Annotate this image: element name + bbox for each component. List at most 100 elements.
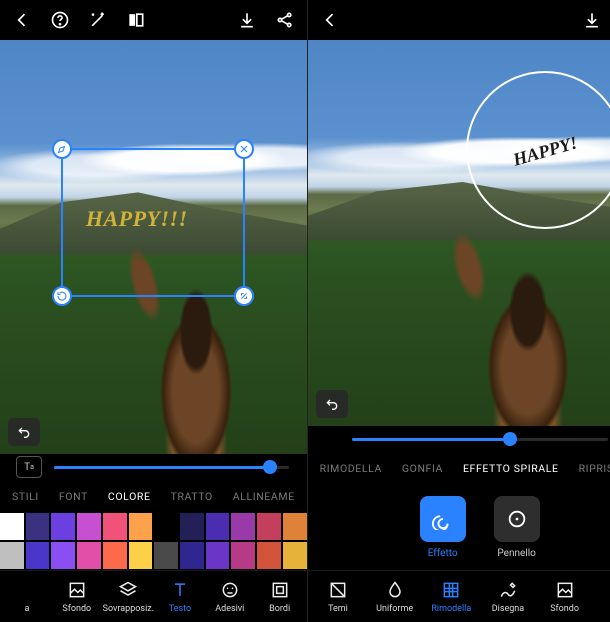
text-style-toggle[interactable]: Ta — [16, 456, 42, 478]
close-handle-icon[interactable] — [234, 139, 254, 159]
nav-label: Sfondo — [550, 604, 579, 614]
color-swatch[interactable] — [257, 542, 281, 569]
nav-label: Adesivi — [215, 604, 244, 614]
color-swatch[interactable] — [103, 513, 127, 540]
color-swatch[interactable] — [129, 542, 153, 569]
download-button[interactable] — [576, 4, 608, 36]
editor-pane-left: HAPPY!!! Ta STILI FONT COLORE TRATTO ALLINEA… — [0, 0, 308, 622]
spiral-effect-icon — [420, 496, 466, 542]
photo-dog — [466, 256, 590, 426]
nav-partial[interactable]: Sov — [597, 579, 610, 614]
color-swatch[interactable] — [154, 513, 178, 540]
color-swatch[interactable] — [26, 513, 50, 540]
undo-button[interactable] — [8, 418, 40, 446]
brush-target-icon — [494, 496, 540, 542]
nav-sfondo[interactable]: Sfondo — [541, 579, 589, 614]
opacity-slider-row: Ta — [0, 454, 307, 480]
color-swatches — [0, 512, 307, 570]
subtab-rimodella[interactable]: RIMODELLA — [320, 462, 382, 475]
color-swatch[interactable] — [51, 513, 75, 540]
color-swatch[interactable] — [206, 542, 230, 569]
opacity-slider[interactable] — [54, 466, 289, 469]
color-swatch[interactable] — [51, 542, 75, 569]
back-button[interactable] — [314, 4, 346, 36]
color-swatch[interactable] — [77, 542, 101, 569]
color-swatch[interactable] — [283, 542, 307, 569]
fx-label: Pennello — [497, 548, 535, 559]
nav-rimodella[interactable]: Rimodella — [427, 579, 475, 614]
color-swatch[interactable] — [180, 513, 204, 540]
subtab-ripristina[interactable]: RIPRISTINA — [579, 462, 610, 475]
color-swatch[interactable] — [129, 513, 153, 540]
bottom-nav: a Sfondo Sovrapposiz. Testo Adesivi Bordi — [0, 570, 307, 622]
canvas[interactable]: HAPPY! — [308, 40, 610, 426]
text-icon — [169, 579, 191, 601]
color-swatch[interactable] — [0, 542, 24, 569]
draw-icon — [497, 579, 519, 601]
fx-pennello[interactable]: Pennello — [494, 496, 540, 559]
color-swatch[interactable] — [103, 542, 127, 569]
droplet-icon — [384, 579, 406, 601]
color-swatch[interactable] — [180, 542, 204, 569]
nav-partial[interactable]: a — [3, 579, 51, 614]
compare-button[interactable] — [120, 4, 152, 36]
nav-sovrapposiz.[interactable]: Sovrapposiz. — [103, 579, 154, 614]
nav-label: Uniforme — [376, 604, 413, 614]
nav-label: Disegna — [492, 604, 524, 614]
nav-label: Rimodella — [431, 604, 471, 614]
nav-label: Testo — [169, 604, 191, 614]
background-icon — [66, 579, 88, 601]
selection-box[interactable] — [61, 148, 245, 297]
color-swatch[interactable] — [231, 542, 255, 569]
color-swatch[interactable] — [206, 513, 230, 540]
download-button[interactable] — [231, 4, 263, 36]
nav-bordi[interactable]: Bordi — [256, 579, 304, 614]
color-swatch[interactable] — [0, 513, 24, 540]
nav-adesivi[interactable]: Adesivi — [206, 579, 254, 614]
nav-label: Temi — [328, 604, 348, 614]
layers-icon — [117, 579, 139, 601]
resize-handle-icon[interactable] — [234, 286, 254, 306]
color-swatch[interactable] — [283, 513, 307, 540]
back-button[interactable] — [6, 4, 38, 36]
color-swatch[interactable] — [154, 542, 178, 569]
color-swatch[interactable] — [231, 513, 255, 540]
color-swatch[interactable] — [77, 513, 101, 540]
reshape-subtabs: RIMODELLA GONFIA EFFETTO SPIRALE RIPRISTINA — [308, 452, 610, 484]
effect-slider[interactable] — [352, 438, 608, 441]
nav-label: Bordi — [269, 604, 290, 614]
background-icon — [554, 579, 576, 601]
share-button[interactable] — [269, 4, 301, 36]
rotate-handle-icon[interactable] — [52, 286, 72, 306]
border-icon — [269, 579, 291, 601]
subtab-colore[interactable]: COLORE — [108, 490, 151, 503]
nav-disegna[interactable]: Disegna — [484, 579, 532, 614]
nav-temi[interactable]: Temi — [314, 579, 362, 614]
nav-label: Sovrapposiz. — [103, 604, 154, 614]
top-bar — [308, 0, 610, 40]
edit-handle-icon[interactable] — [52, 139, 72, 159]
canvas[interactable]: HAPPY!!! — [0, 40, 307, 454]
magic-wand-button[interactable] — [82, 4, 114, 36]
color-swatch[interactable] — [26, 542, 50, 569]
subtab-tratto[interactable]: TRATTO — [171, 490, 213, 503]
subtab-font[interactable]: FONT — [59, 490, 88, 503]
fx-effetto[interactable]: Effetto — [420, 496, 466, 559]
color-swatch[interactable] — [257, 513, 281, 540]
subtab-stili[interactable]: STILI — [12, 490, 39, 503]
grid-warp-icon — [440, 579, 462, 601]
effect-mode-row: Effetto Pennello — [308, 484, 610, 570]
sticker-icon — [219, 579, 241, 601]
subtab-allineame[interactable]: ALLINEAME — [233, 490, 295, 503]
subtab-effetto spirale[interactable]: EFFETTO SPIRALE — [463, 462, 559, 475]
nav-sfondo[interactable]: Sfondo — [53, 579, 101, 614]
effect-slider-row — [308, 426, 610, 452]
editor-pane-right: HAPPY! RIMODELLA GONFIA EFFETTO SPIRALE RIP… — [308, 0, 610, 622]
nav-label: Sfondo — [62, 604, 91, 614]
text-subtabs: STILI FONT COLORE TRATTO ALLINEAME — [0, 480, 307, 512]
help-button[interactable] — [44, 4, 76, 36]
undo-button[interactable] — [316, 390, 348, 418]
subtab-gonfia[interactable]: GONFIA — [402, 462, 443, 475]
nav-uniforme[interactable]: Uniforme — [371, 579, 419, 614]
nav-testo[interactable]: Testo — [156, 579, 204, 614]
